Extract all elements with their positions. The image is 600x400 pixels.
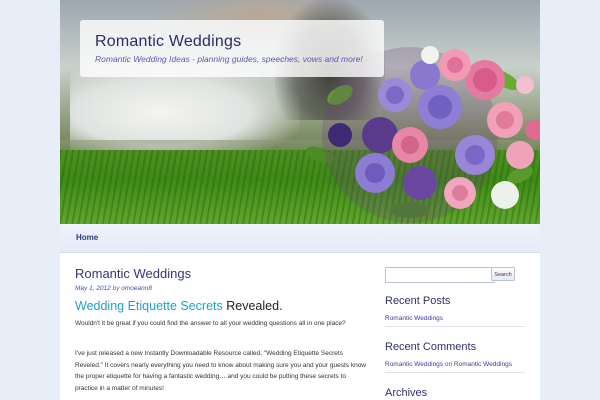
widget-divider [385, 372, 525, 373]
post-date[interactable]: May 1, 2012 [75, 285, 111, 292]
comment-on-label: on [444, 361, 453, 368]
main-navigation: Home [60, 224, 540, 253]
recent-post-link[interactable]: Romantic Weddings [385, 315, 443, 322]
post-paragraph: Wouldn't it be great if you could find t… [75, 320, 346, 327]
search-input[interactable] [385, 267, 495, 283]
post-subheading: Wedding Etiquette Secrets Revealed. [75, 299, 283, 313]
comment-author-link[interactable]: Romantic Weddings [385, 361, 443, 368]
header-banner-image: Romantic Weddings Romantic Wedding Ideas… [60, 0, 540, 224]
post-by-label: by [112, 285, 120, 292]
site-title[interactable]: Romantic Weddings [95, 33, 241, 51]
recent-posts-title: Recent Posts [385, 295, 451, 307]
page-container: Romantic Weddings Romantic Wedding Ideas… [60, 0, 540, 400]
recent-comment-item: Romantic Weddings on Romantic Weddings [385, 361, 512, 368]
site-title-box: Romantic Weddings Romantic Wedding Ideas… [80, 20, 384, 77]
archives-title: Archives [385, 387, 428, 399]
post-title[interactable]: Romantic Weddings [75, 266, 191, 281]
subheading-link[interactable]: Wedding Etiquette Secrets [75, 299, 223, 313]
subheading-text: Revealed. [222, 299, 283, 313]
post-author[interactable]: omoeann8 [121, 285, 152, 292]
post-paragraph: I've just released a new Instantly Downl… [75, 350, 366, 392]
nav-item-home[interactable]: Home [76, 233, 98, 242]
recent-comments-title: Recent Comments [385, 341, 477, 353]
search-button[interactable]: Search [491, 267, 515, 281]
comment-post-link[interactable]: Romantic Weddings [454, 361, 512, 368]
post-meta: May 1, 2012 by omoeann8 [75, 285, 152, 292]
site-description: Romantic Wedding Ideas - planning guides… [95, 54, 363, 64]
widget-divider [385, 326, 525, 327]
